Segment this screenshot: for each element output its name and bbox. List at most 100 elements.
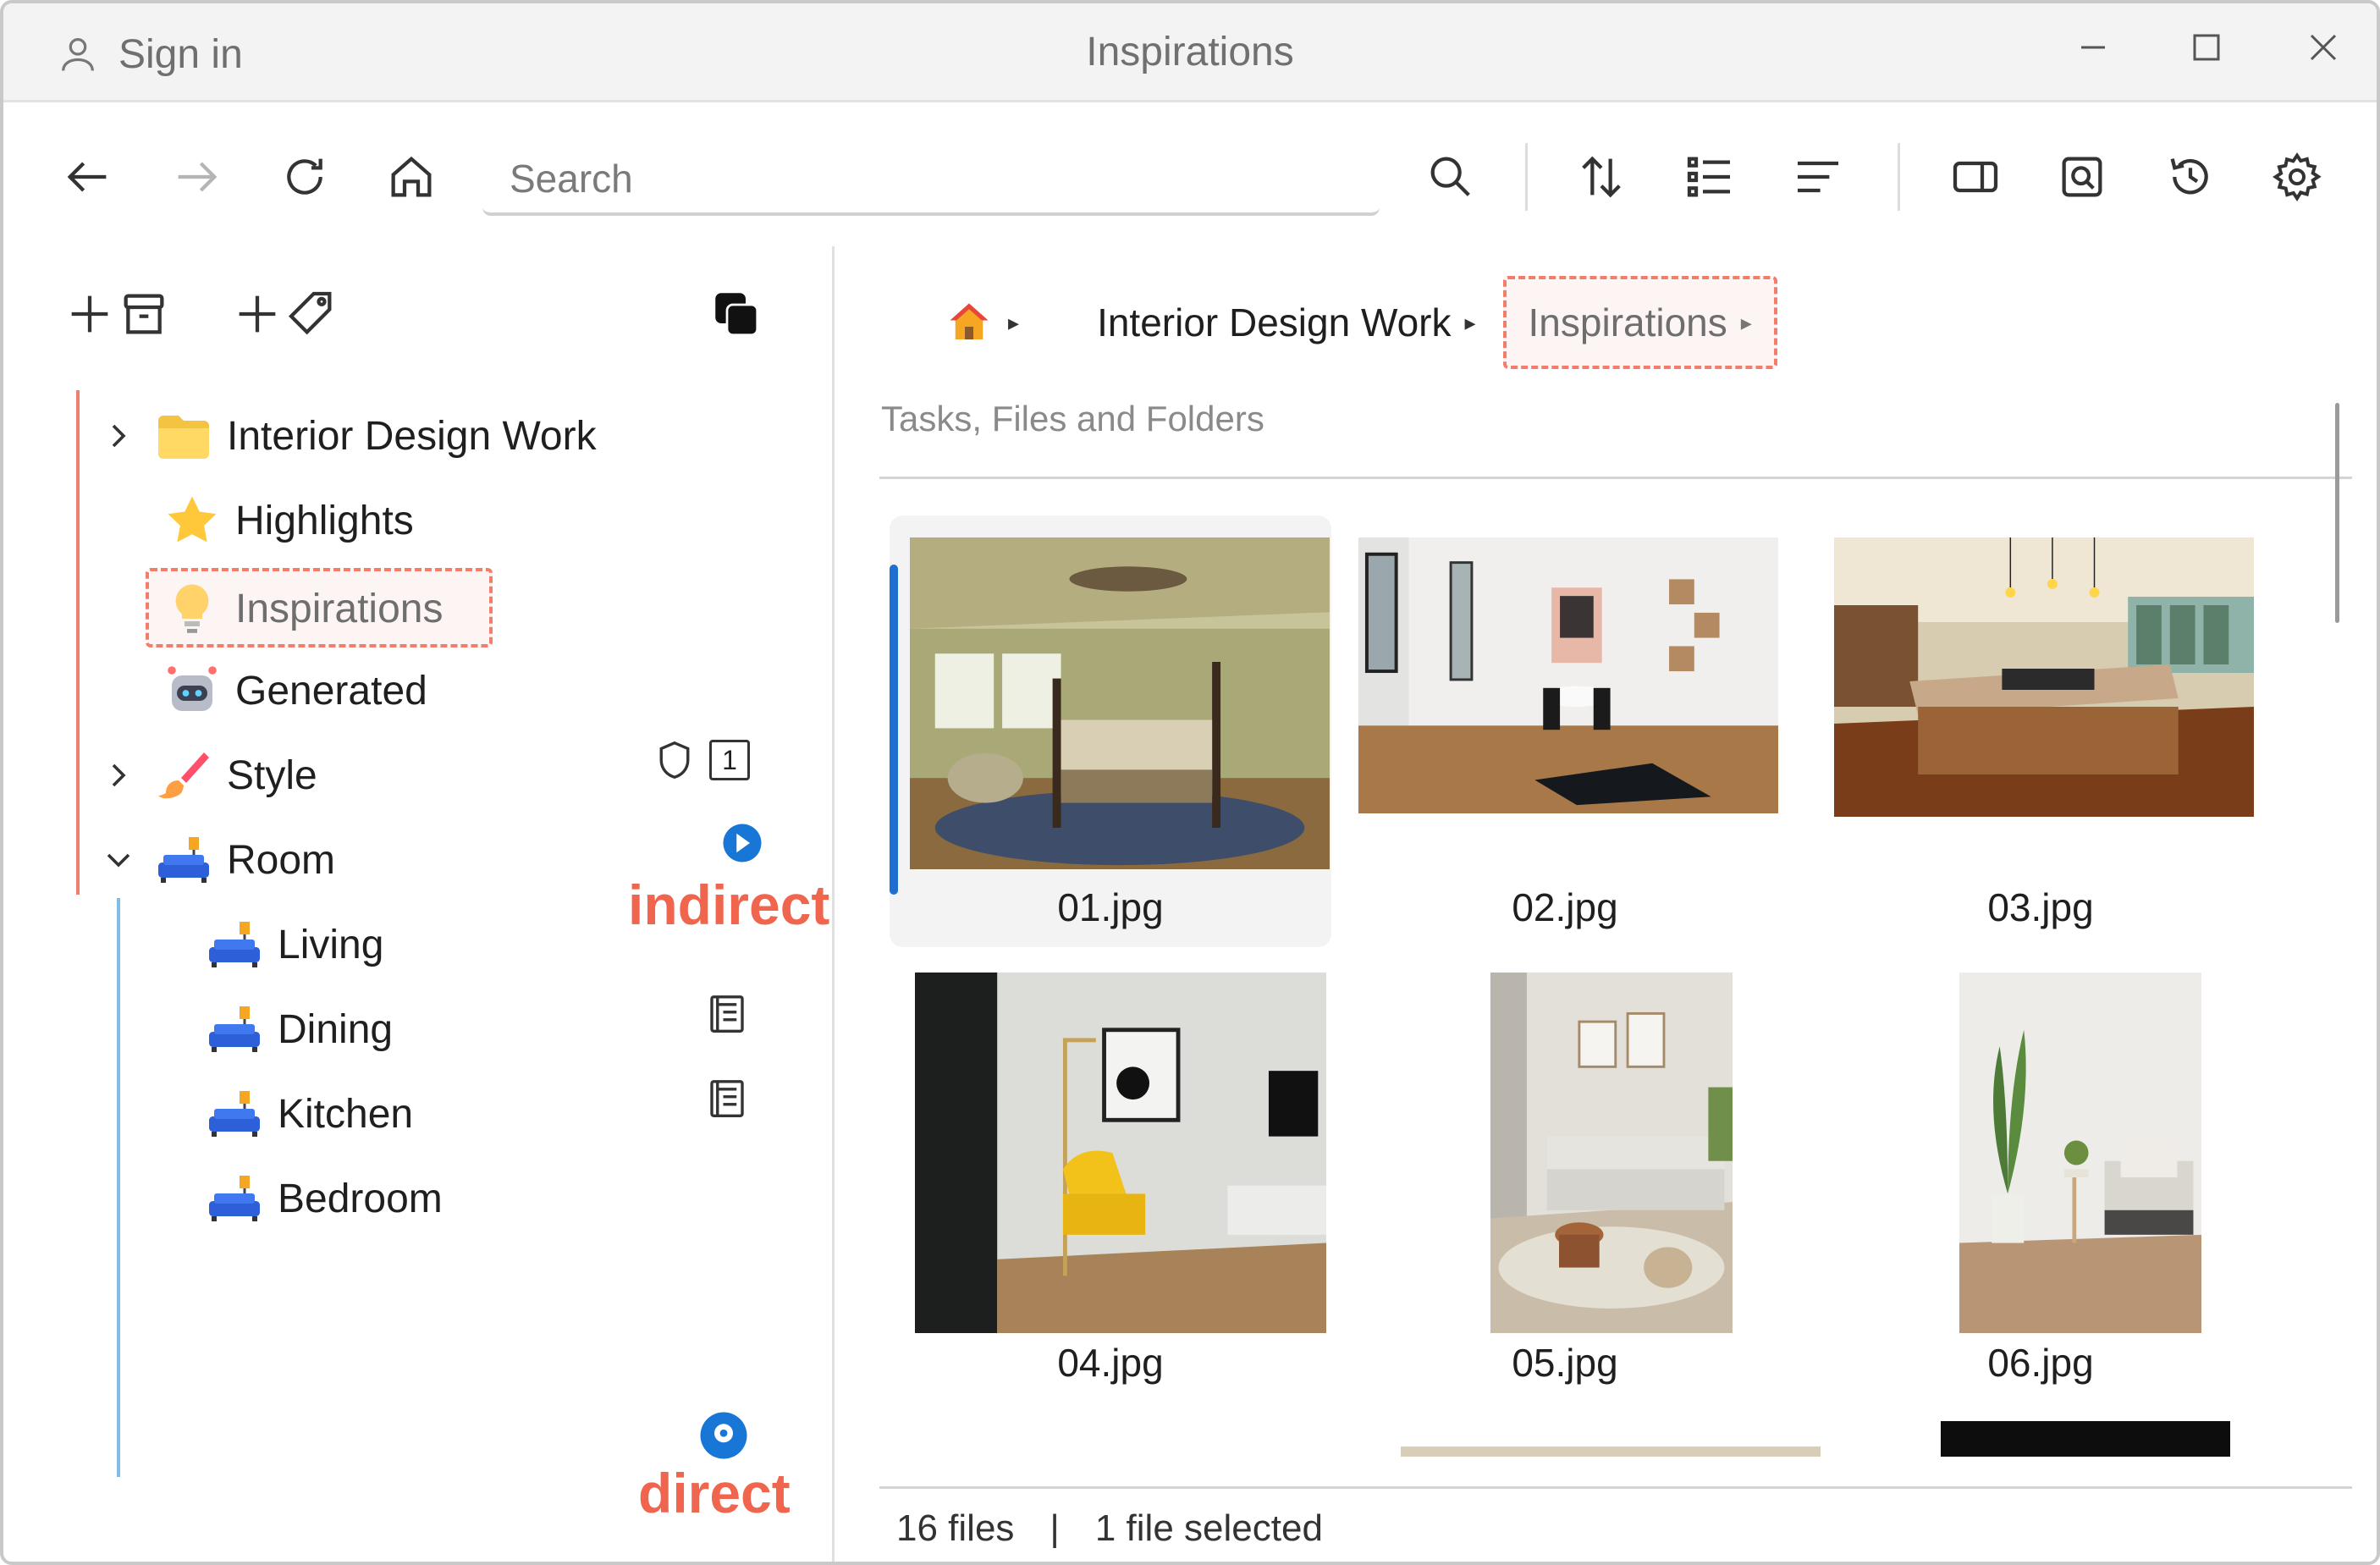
- tree-item-highlights[interactable]: Highlights: [161, 482, 414, 559]
- thumbnail-partial: [1941, 1421, 2230, 1457]
- minimize-icon: [2081, 46, 2105, 49]
- sync-button[interactable]: [702, 280, 770, 348]
- tree-item-living[interactable]: Living: [203, 906, 383, 983]
- home-icon: [391, 156, 432, 197]
- search-input[interactable]: [482, 156, 1380, 201]
- file-name: 06.jpg: [1987, 1341, 2094, 1385]
- tree-item-room[interactable]: Room: [93, 822, 335, 898]
- robot-icon: [161, 659, 223, 722]
- title-bar: Sign in Inspirations: [3, 3, 2377, 102]
- direct-location-marker[interactable]: [696, 1408, 752, 1463]
- back-button[interactable]: [54, 143, 122, 211]
- status-separator: |: [1050, 1507, 1060, 1549]
- location-pin-icon: [700, 1412, 747, 1459]
- settings-button[interactable]: [2263, 143, 2331, 211]
- sofa-icon: [203, 1167, 266, 1230]
- panel-toggle-icon: [1953, 161, 1998, 193]
- chevron-down-icon[interactable]: [93, 835, 144, 885]
- main-panel: ▸ Interior Design Work ▸ Inspirations ▸ …: [837, 246, 2377, 1562]
- history-button[interactable]: [2157, 143, 2224, 211]
- tree-item-label: Kitchen: [278, 1091, 414, 1137]
- tree-item-bedroom[interactable]: Bedroom: [203, 1160, 443, 1237]
- indirect-location-marker[interactable]: [719, 820, 765, 866]
- thumbnail-living-chair: [915, 973, 1326, 1333]
- thumbnail-partial: [1401, 1447, 1821, 1457]
- status-bar: 16 files | 1 file selected: [896, 1499, 1323, 1558]
- search-box[interactable]: [482, 145, 1380, 216]
- file-tile[interactable]: 05.jpg: [1353, 969, 1777, 1409]
- sync-icon: [715, 293, 759, 337]
- list-view-button[interactable]: [1676, 143, 1744, 211]
- window-title: Inspirations: [1086, 30, 1294, 74]
- annotation-direct: direct: [638, 1462, 791, 1524]
- count-badge: 1: [709, 740, 750, 780]
- sofa-icon: [203, 998, 266, 1061]
- sort-icon: [1582, 156, 1621, 198]
- tree-item-label: Interior Design Work: [227, 413, 597, 459]
- tree-item-inspirations[interactable]: Inspirations: [161, 570, 443, 647]
- lightbulb-icon: [161, 577, 223, 640]
- description-icon: [710, 1080, 744, 1117]
- tree-item-dining[interactable]: Dining: [203, 991, 393, 1067]
- thumbnail-kitchen: [1834, 537, 2254, 817]
- selection-count: 1 file selected: [1094, 1507, 1323, 1549]
- sort-button[interactable]: [1567, 143, 1635, 211]
- tree-item-label: Inspirations: [235, 586, 443, 631]
- thumbnail-living-plant: [1959, 973, 2201, 1333]
- toolbar-divider: [1525, 143, 1528, 211]
- style-meta: [704, 991, 750, 1037]
- paintbrush-icon: [152, 744, 215, 807]
- minimize-button[interactable]: [2055, 22, 2131, 73]
- preview-icon: [2062, 157, 2102, 197]
- search-button[interactable]: [1417, 143, 1485, 211]
- tree-item-label: Dining: [278, 1006, 394, 1052]
- panel-toggle-button[interactable]: [1942, 143, 2009, 211]
- chevron-right-icon[interactable]: [93, 750, 144, 801]
- tree-item-interior-design-work[interactable]: Interior Design Work: [93, 398, 597, 474]
- tree-item-label: Generated: [235, 668, 427, 714]
- file-tile[interactable]: 01.jpg: [890, 515, 1331, 947]
- tree-item-style[interactable]: Style: [93, 737, 317, 813]
- forward-icon: [178, 162, 218, 192]
- file-tile[interactable]: 06.jpg: [1829, 969, 2252, 1409]
- add-location-button[interactable]: [63, 287, 171, 341]
- preview-button[interactable]: [2048, 143, 2116, 211]
- location-pin-icon: [723, 824, 762, 862]
- forward-button[interactable]: [163, 143, 230, 211]
- gear-icon: [2273, 152, 2322, 202]
- details-view-button[interactable]: [1784, 143, 1852, 211]
- file-tile[interactable]: 02.jpg: [1353, 534, 1778, 949]
- sofa-icon: [203, 913, 266, 976]
- tree-item-kitchen[interactable]: Kitchen: [203, 1076, 413, 1152]
- file-tile[interactable]: 04.jpg: [890, 969, 1331, 1409]
- file-count: 16 files: [896, 1507, 1015, 1549]
- file-tile[interactable]: 03.jpg: [1829, 534, 2254, 949]
- refresh-button[interactable]: [271, 143, 339, 211]
- add-tag-button[interactable]: [230, 287, 339, 341]
- tree-guide-line: [117, 898, 120, 1477]
- status-divider: [879, 1486, 2352, 1489]
- room-meta: [704, 1076, 750, 1121]
- refresh-icon: [287, 158, 322, 195]
- tree-item-label: Bedroom: [278, 1176, 443, 1221]
- shield-icon: [659, 741, 690, 780]
- chevron-right-icon[interactable]: [93, 411, 144, 461]
- tree-item-generated[interactable]: Generated: [161, 653, 427, 729]
- archive-icon: [124, 294, 164, 334]
- maximize-button[interactable]: [2168, 22, 2245, 73]
- add-icon: [71, 295, 108, 333]
- app-window: Sign in Inspirations Search Interior Des…: [0, 0, 2380, 1565]
- tree-item-label: Room: [227, 837, 336, 883]
- home-button[interactable]: [377, 143, 445, 211]
- thumbnail-bedroom: [910, 537, 1330, 869]
- file-grid: 01.jpg 02.jpg 03.jpg 04.jpg 05.jpg 06.jp…: [837, 246, 2377, 1465]
- history-icon: [2170, 158, 2208, 195]
- sidebar: Interior Design Work Highlights 1 Inspir…: [3, 246, 835, 1562]
- thumbnail-living-room: [1490, 973, 1733, 1333]
- close-button[interactable]: [2285, 22, 2361, 73]
- details-view-icon: [1798, 161, 1838, 193]
- toolbar: [3, 102, 2377, 246]
- file-name: 02.jpg: [1512, 885, 1618, 929]
- file-name: 03.jpg: [1987, 885, 2094, 929]
- tag-icon: [288, 291, 332, 335]
